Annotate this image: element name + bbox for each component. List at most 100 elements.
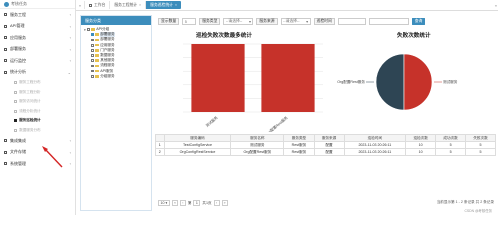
tree-node[interactable]: 分组服务 <box>81 74 151 79</box>
inspect-time-input[interactable] <box>337 18 366 25</box>
table-row[interactable]: 2 OrgConfigRestService Org配置Rest服务 Rest服务 配置… <box>155 148 496 156</box>
sidebar-item[interactable]: 部署服务 ‹ <box>0 44 75 56</box>
sidebar-item[interactable]: 集成集成 ‹ <box>0 135 75 147</box>
column-header: 服务编码 <box>163 134 232 142</box>
close-icon[interactable]: × <box>175 3 177 7</box>
tree-panel-title: 服务分类 <box>81 16 151 25</box>
tree-node-checkbox[interactable] <box>91 59 94 63</box>
table-cell: TestConfigService <box>163 141 232 149</box>
service-source-select[interactable]: --请选择-- ▾ <box>280 18 311 25</box>
tab[interactable]: 服务工程统计 × <box>109 1 145 9</box>
doc-icon <box>14 100 17 104</box>
table-cell: OrgConfigRestService <box>163 148 232 156</box>
pie-slice[interactable] <box>375 53 405 111</box>
chevron-icon: ‹ <box>69 23 71 29</box>
sidebar-item-label: 部署服务 <box>10 46 26 52</box>
sidebar-item[interactable]: 应用服务 ‹ <box>0 32 75 44</box>
next-page-button[interactable]: › <box>213 200 220 206</box>
page-number-input[interactable]: 1 <box>193 200 201 206</box>
tab-bar: « 工作台 服务工程统计 × 服务巡检统计 × » <box>76 0 498 11</box>
service-source-select-value: --请选择-- <box>283 19 300 23</box>
sidebar-subitem[interactable]: 服务工程分析 <box>0 88 75 98</box>
tab-label: 服务工程统计 <box>114 2 138 7</box>
count-select[interactable]: 5 <box>182 18 197 25</box>
bar[interactable] <box>191 44 245 112</box>
chevron-icon: ‹ <box>69 138 71 144</box>
first-page-button[interactable]: « <box>171 200 178 206</box>
pie-label: Org配置Rest服务 <box>337 79 365 84</box>
category-tree-panel: 服务分类 ▾ API分组 部署服务 部署服务 应用服务 门户服务 数据服务 其他服务 流程服… <box>80 15 152 211</box>
chevron-icon: ‹ <box>69 58 71 64</box>
sidebar-item-label: 统计分析 <box>10 69 26 75</box>
table-cell: 5 <box>435 141 467 149</box>
page-total: 共1页 <box>202 200 212 205</box>
app-logo-text: 考核任务 <box>11 1 27 6</box>
sidebar-subitem[interactable]: 服务工程分布 <box>0 78 75 88</box>
sidebar-item[interactable]: 文件存储 ‹ <box>0 147 75 159</box>
tree-node-checkbox[interactable] <box>91 64 94 68</box>
table-cell: 1 <box>155 141 165 149</box>
close-icon[interactable]: × <box>139 3 141 7</box>
tree-node-checkbox[interactable] <box>91 54 94 57</box>
tree-node-checkbox[interactable] <box>91 33 94 37</box>
tree-node-checkbox[interactable] <box>91 74 94 78</box>
folder-icon <box>95 69 99 73</box>
sidebar-item[interactable]: API管理 ‹ <box>0 21 75 33</box>
bar-chart: 测试服务 Org配置Rest服务 <box>183 43 323 132</box>
sidebar-subitem[interactable]: 服务访问统计 <box>0 97 75 107</box>
tab[interactable]: 工作台 <box>84 1 109 9</box>
prev-page-button[interactable]: ‹ <box>179 200 186 206</box>
sidebar-item[interactable]: 统计分析 ⌄ <box>0 67 75 79</box>
tree-node-checkbox[interactable] <box>91 48 94 52</box>
tab-scroll-right-icon[interactable]: » <box>495 3 497 8</box>
chevron-icon: ‹ <box>69 149 71 155</box>
folder-icon <box>95 33 99 37</box>
folder-icon <box>95 38 99 42</box>
tree-node-checkbox[interactable] <box>91 69 94 73</box>
table-cell: 测试服务 <box>230 141 285 149</box>
tree-node-checkbox[interactable] <box>91 43 94 47</box>
sidebar-item[interactable]: 服务工程 ‹ <box>0 9 75 21</box>
sidebar-subitem[interactable]: 服务巡检统计 <box>0 116 75 126</box>
doc-icon <box>14 81 17 85</box>
chevron-icon: ‹ <box>69 46 71 52</box>
bar[interactable] <box>261 44 315 112</box>
service-type-select[interactable]: --请选择-- ▾ <box>223 18 254 25</box>
tab[interactable]: 服务巡检统计 × <box>145 1 181 9</box>
inspect-time-label: 巡检时间 <box>313 18 335 25</box>
last-page-button[interactable]: » <box>221 200 228 206</box>
gear-icon <box>4 13 7 17</box>
inspect-time-end-input[interactable] <box>368 18 409 25</box>
doc-icon <box>14 109 17 113</box>
column-header: 服务名称 <box>230 134 285 142</box>
table-cell: 5 <box>465 148 496 156</box>
sidebar-subitem[interactable]: 数据服务分布 <box>0 126 75 136</box>
chevron-icon: ‹ <box>69 12 71 18</box>
tree-node-checkbox[interactable] <box>91 38 94 42</box>
sidebar-subitem-label: 服务工程分析 <box>19 89 41 94</box>
column-header <box>155 134 165 142</box>
table-cell: 5 <box>435 148 467 156</box>
sidebar-item-label: 运行监控 <box>10 57 26 63</box>
count-label: 显示数量 <box>158 18 180 25</box>
sidebar-subitem-label: 数据服务分布 <box>19 127 41 132</box>
tree-root-checkbox[interactable] <box>87 28 90 31</box>
sidebar-subitem-label: 服务工程分布 <box>19 80 41 85</box>
monitor-icon <box>4 59 7 63</box>
column-header: 失败次数 <box>465 134 496 142</box>
tab-label: 工作台 <box>94 2 106 7</box>
table-row[interactable]: 1 TestConfigService 测试服务 Rest服务 配置 2023-11-03… <box>155 141 496 149</box>
page-size-select[interactable]: 10 ▾ <box>158 200 170 206</box>
tab-scroll-left-icon[interactable]: « <box>76 3 84 8</box>
sidebar-item-label: API管理 <box>10 23 25 29</box>
app-logo: 考核任务 <box>0 0 75 9</box>
sidebar-subitem[interactable]: 流程分析统计 <box>0 107 75 117</box>
search-button[interactable]: 查询 <box>411 18 426 25</box>
count-select-value: 5 <box>184 19 187 24</box>
sidebar-item[interactable]: 运行监控 ‹ <box>0 55 75 67</box>
doc-icon <box>14 128 17 132</box>
watermark: CSDN @考核任务 <box>464 209 492 213</box>
system-icon <box>4 162 7 166</box>
pie-slice[interactable] <box>403 53 433 111</box>
sidebar-item[interactable]: 系统管理 ‹ <box>0 158 75 170</box>
